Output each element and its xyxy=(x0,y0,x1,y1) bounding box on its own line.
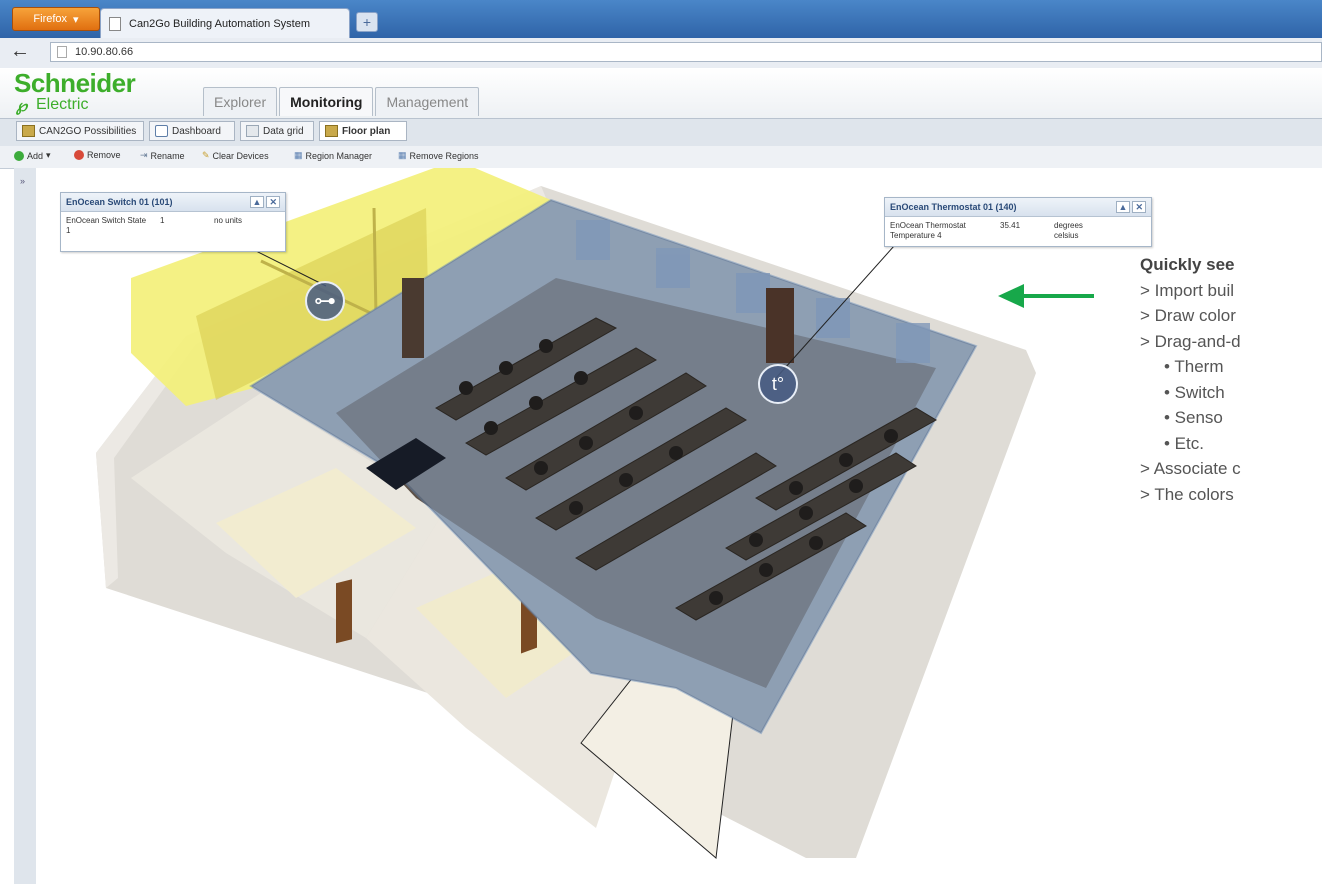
switch-info-panel: EnOcean Switch 01 (101) ▲ ✕ EnOcean Switc… xyxy=(60,192,286,252)
browser-tab[interactable]: Can2Go Building Automation System xyxy=(100,8,350,38)
rename-icon: ⇥ xyxy=(140,150,148,160)
floor-plan-canvas[interactable] xyxy=(36,168,1322,884)
thermostat-point-unit: degrees celsius xyxy=(1054,221,1083,240)
app-header xyxy=(0,68,1322,118)
thermostat-glyph: t° xyxy=(771,373,785,394)
rename-button[interactable]: ⇥ Rename xyxy=(140,150,185,161)
collapse-icon[interactable]: ▲ xyxy=(249,196,265,208)
browser-tab-title: Can2Go Building Automation System xyxy=(129,17,310,30)
thermostat-panel-row: EnOcean Thermostat Temperature 4 35.41 d… xyxy=(885,217,1151,245)
add-button[interactable]: Add ▾ xyxy=(14,150,51,161)
toolbar-label: Clear Devices xyxy=(212,150,269,161)
toolbar xyxy=(0,146,1322,169)
dropdown-caret-icon: ▾ xyxy=(46,150,51,160)
url-bar[interactable]: 10.90.80.66 xyxy=(50,42,1322,62)
info-line: > Associate c xyxy=(1140,459,1241,478)
firefox-menu-label: Firefox xyxy=(33,13,68,25)
thermostat-point-value: 35.41 xyxy=(1000,221,1021,230)
info-subitem: • Senso xyxy=(1164,408,1223,427)
remove-button[interactable]: Remove xyxy=(74,150,121,160)
partition-door xyxy=(402,278,424,358)
panel-buttons: ▲ ✕ xyxy=(1115,201,1146,213)
main-tabs: Explorer Monitoring Management xyxy=(203,87,481,117)
thermostat-info-panel: EnOcean Thermostat 01 (140) ▲ ✕ EnOcean T… xyxy=(884,197,1152,247)
thermostat-panel-title: EnOcean Thermostat 01 (140) xyxy=(890,202,1017,212)
region-manager-button[interactable]: ▦ Region Manager xyxy=(294,150,372,161)
logo-sub: Electric xyxy=(36,96,89,113)
remove-regions-icon: ▦ xyxy=(398,150,407,160)
info-text: Quickly see > Import buil > Draw color >… xyxy=(1140,252,1322,507)
subtab-label: CAN2GO Possibilities xyxy=(39,125,137,137)
tab-monitoring[interactable]: Monitoring xyxy=(279,87,374,116)
thermostat-point-name: EnOcean Thermostat Temperature 4 xyxy=(890,221,966,240)
subtab-label: Data grid xyxy=(263,125,304,137)
close-icon[interactable]: ✕ xyxy=(266,196,280,208)
subtab-label: Dashboard xyxy=(172,125,221,137)
collapse-icon[interactable]: ▲ xyxy=(1115,201,1131,213)
thermostat-device-icon[interactable]: t° xyxy=(758,364,798,404)
info-subitem: • Switch xyxy=(1164,382,1225,402)
switch-device-icon[interactable]: ⊶ xyxy=(305,281,345,321)
new-tab-label: + xyxy=(362,14,372,30)
folder-icon xyxy=(22,125,35,137)
info-subitem: • Therm xyxy=(1164,357,1224,376)
info-heading: Quickly see xyxy=(1140,255,1235,274)
dropdown-caret-icon: ▾ xyxy=(73,13,79,26)
switch-panel-title: EnOcean Switch 01 (101) xyxy=(66,197,173,207)
floorplan-icon xyxy=(325,125,338,137)
switch-glyph: ⊶ xyxy=(314,288,336,313)
region-icon: ▦ xyxy=(294,150,303,160)
dashboard-icon xyxy=(155,125,168,137)
subtab-floorplan[interactable]: Floor plan xyxy=(319,121,407,141)
remove-regions-button[interactable]: ▦ Remove Regions xyxy=(398,150,479,161)
new-tab-button[interactable]: + xyxy=(356,12,378,32)
remove-icon xyxy=(74,150,84,160)
info-line: > Draw color xyxy=(1140,306,1236,325)
toolbar-label: Add xyxy=(27,150,44,161)
logo-brand: Schneider xyxy=(14,68,136,98)
info-line: > Drag-and-d xyxy=(1140,331,1241,351)
url-text: 10.90.80.66 xyxy=(75,46,134,58)
clear-devices-button[interactable]: ✎ Clear Devices xyxy=(202,150,269,161)
site-icon xyxy=(57,46,67,58)
switch-panel-header: EnOcean Switch 01 (101) ▲ ✕ xyxy=(61,193,285,212)
back-arrow-icon[interactable]: ← xyxy=(10,41,30,62)
close-icon[interactable]: ✕ xyxy=(1132,201,1146,213)
back-door xyxy=(766,288,794,363)
switch-point-value: 1 xyxy=(160,216,165,225)
switch-point-name: EnOcean Switch State 1 xyxy=(66,216,147,235)
green-arrow-head xyxy=(998,284,1024,308)
left-collapse-strip[interactable] xyxy=(14,168,37,884)
tab-management[interactable]: Management xyxy=(375,87,480,116)
page-icon xyxy=(109,16,121,31)
subtab-possibilities[interactable]: CAN2GO Possibilities xyxy=(16,121,144,141)
schneider-logo-icon: ℘ xyxy=(16,98,28,115)
firefox-menu-button[interactable]: Firefox ▾ xyxy=(12,7,100,31)
switch-panel-row: EnOcean Switch State 1 1 no units xyxy=(61,212,285,240)
floor-plan-drawing xyxy=(96,168,1094,859)
subtab-datagrid[interactable]: Data grid xyxy=(240,121,314,141)
thermostat-panel-header: EnOcean Thermostat 01 (140) ▲ ✕ xyxy=(885,198,1151,217)
tab-explorer[interactable]: Explorer xyxy=(203,87,278,116)
toolbar-label: Rename xyxy=(150,150,185,161)
toolbar-label: Region Manager xyxy=(305,150,373,161)
toolbar-label: Remove xyxy=(87,150,121,160)
switch-point-unit: no units xyxy=(214,216,243,225)
subtab-dashboard[interactable]: Dashboard xyxy=(149,121,235,141)
info-line: > Import buil xyxy=(1140,280,1235,300)
info-subitem: • Etc. xyxy=(1164,433,1204,453)
door xyxy=(336,579,352,644)
subtab-label: Floor plan xyxy=(342,125,391,137)
expand-icon[interactable]: » xyxy=(20,176,25,186)
clear-icon: ✎ xyxy=(202,150,210,160)
add-icon xyxy=(14,150,24,161)
info-line: > The colors xyxy=(1140,484,1234,504)
toolbar-label: Remove Regions xyxy=(409,150,479,161)
office-partition xyxy=(372,207,378,317)
panel-buttons: ▲ ✕ xyxy=(249,196,280,208)
grid-icon xyxy=(246,125,259,137)
